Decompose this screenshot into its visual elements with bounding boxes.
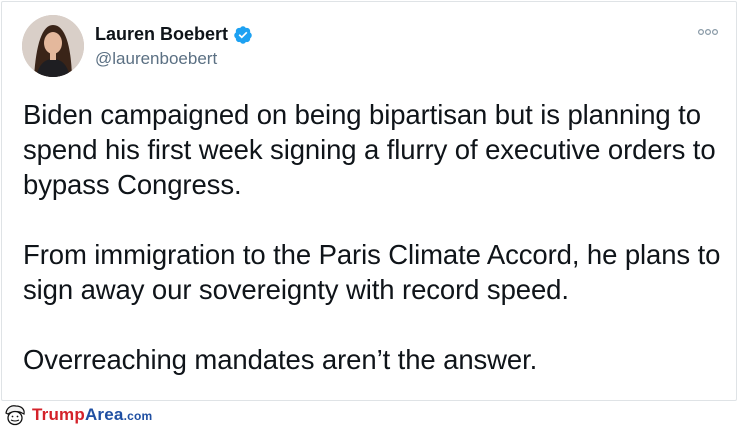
watermark-area: Area bbox=[84, 404, 124, 424]
watermark: TrumpArea.com bbox=[0, 402, 200, 427]
trump-face-icon bbox=[5, 404, 25, 425]
tweet-paragraph: Biden campaigned on being bipartisan but… bbox=[23, 99, 716, 200]
tweet-paragraph: Overreaching mandates aren’t the answer. bbox=[23, 344, 538, 375]
verified-badge-icon bbox=[234, 25, 252, 44]
watermark-com: .com bbox=[123, 408, 153, 423]
avatar[interactable] bbox=[22, 15, 84, 77]
tweet-paragraph: From immigration to the Paris Climate Ac… bbox=[23, 239, 721, 305]
tweet-card: Lauren Boebert @laurenboebert Biden camp… bbox=[1, 1, 737, 401]
tweet-text: Biden campaigned on being bipartisan but… bbox=[23, 97, 723, 412]
author-name-row: Lauren Boebert bbox=[95, 24, 253, 45]
author-handle[interactable]: @laurenboebert bbox=[95, 49, 217, 69]
avatar-image bbox=[22, 15, 84, 77]
watermark-text[interactable]: TrumpArea.com bbox=[32, 405, 152, 425]
watermark-trump: Trump bbox=[32, 404, 85, 424]
author-name[interactable]: Lauren Boebert bbox=[95, 24, 228, 45]
more-options-icon[interactable] bbox=[697, 27, 719, 37]
